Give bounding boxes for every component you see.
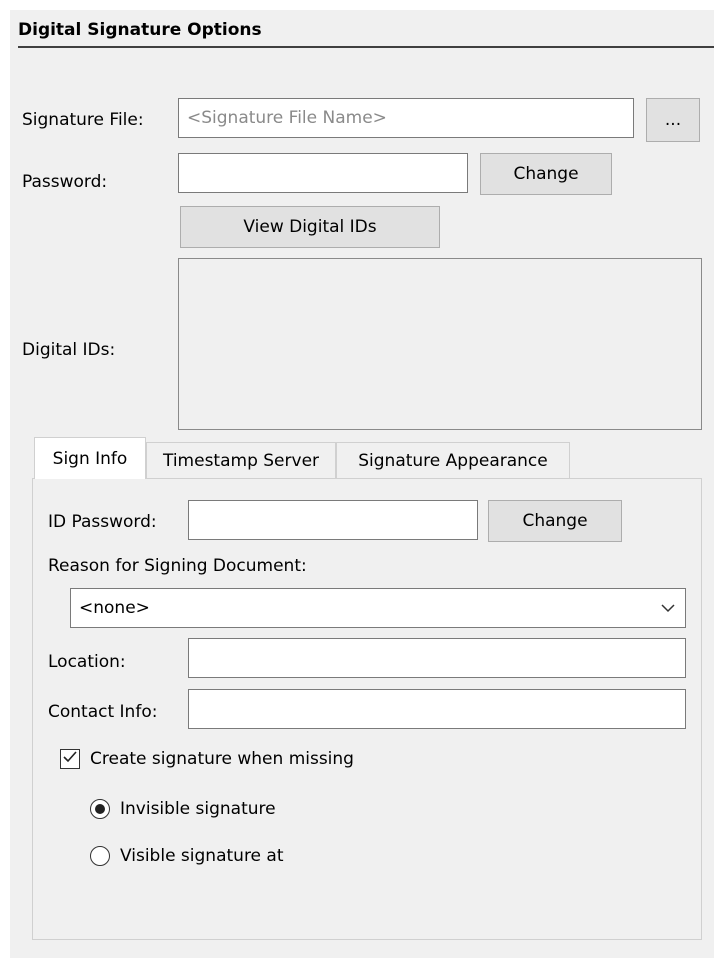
contact-info-label: Contact Info: bbox=[48, 702, 158, 722]
id-password-label: ID Password: bbox=[48, 512, 157, 532]
digital-ids-list[interactable] bbox=[178, 258, 702, 430]
browse-button[interactable]: ... bbox=[646, 98, 700, 142]
invisible-signature-label[interactable]: Invisible signature bbox=[120, 799, 276, 819]
create-signature-label[interactable]: Create signature when missing bbox=[90, 749, 354, 769]
contact-info-field[interactable] bbox=[188, 689, 686, 729]
password-change-button[interactable]: Change bbox=[480, 153, 612, 195]
password-field[interactable] bbox=[178, 153, 468, 193]
visible-signature-radio[interactable] bbox=[90, 846, 110, 866]
location-field[interactable] bbox=[188, 638, 686, 678]
create-signature-checkbox[interactable] bbox=[60, 749, 80, 769]
digital-ids-label: Digital IDs: bbox=[22, 340, 116, 360]
signature-file-label: Signature File: bbox=[22, 110, 144, 130]
invisible-signature-radio[interactable] bbox=[90, 799, 110, 819]
tab-signature-appearance[interactable]: Signature Appearance bbox=[336, 442, 570, 478]
view-digital-ids-button[interactable]: View Digital IDs bbox=[180, 206, 440, 248]
tab-timestamp-server[interactable]: Timestamp Server bbox=[146, 442, 336, 478]
signature-file-input[interactable]: <Signature File Name> bbox=[178, 98, 634, 138]
checkmark-icon bbox=[62, 749, 78, 770]
password-label: Password: bbox=[22, 172, 108, 192]
options-panel: Digital Signature Options Signature File… bbox=[10, 10, 714, 958]
chevron-down-icon bbox=[661, 598, 675, 618]
signature-file-placeholder: <Signature File Name> bbox=[187, 108, 387, 128]
location-label: Location: bbox=[48, 652, 126, 672]
reason-label: Reason for Signing Document: bbox=[48, 556, 307, 576]
id-password-change-button[interactable]: Change bbox=[488, 500, 622, 542]
reason-select[interactable]: <none> bbox=[70, 588, 686, 628]
tab-sign-info[interactable]: Sign Info bbox=[34, 437, 146, 479]
reason-selected-value: <none> bbox=[79, 598, 150, 618]
visible-signature-label[interactable]: Visible signature at bbox=[120, 846, 284, 866]
id-password-field[interactable] bbox=[188, 500, 478, 540]
section-title: Digital Signature Options bbox=[18, 20, 714, 48]
radio-selected-dot bbox=[95, 804, 105, 814]
